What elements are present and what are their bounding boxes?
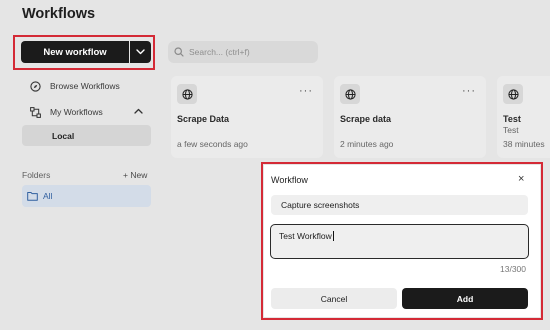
- sidebar-item-label: My Workflows: [50, 107, 103, 117]
- sidebar-item-label: Browse Workflows: [50, 81, 120, 91]
- sidebar-item-local[interactable]: Local: [22, 125, 151, 146]
- workflow-name-input[interactable]: Capture screenshots: [271, 195, 528, 215]
- card-menu-button[interactable]: ···: [299, 85, 313, 97]
- add-button[interactable]: Add: [402, 288, 528, 309]
- character-counter: 13/300: [500, 264, 526, 274]
- dialog-title: Workflow: [271, 175, 308, 185]
- card-updated-time: 2 minutes ago: [340, 139, 394, 149]
- card-title: Scrape data: [340, 114, 392, 124]
- card-title: Scrape Data: [177, 114, 230, 124]
- search-icon: [174, 47, 184, 57]
- search-input[interactable]: Search... (ctrl+f): [168, 41, 318, 63]
- workflow-icon: [30, 106, 41, 118]
- card-description: Test: [503, 125, 519, 135]
- compass-icon: [30, 80, 41, 92]
- workflow-card[interactable]: ··· Scrape Data a few seconds ago: [171, 76, 323, 158]
- chevron-down-icon: [136, 49, 145, 55]
- search-placeholder: Search... (ctrl+f): [189, 47, 250, 57]
- workflow-card[interactable]: ··· Scrape data 2 minutes ago: [334, 76, 486, 158]
- globe-icon: [503, 84, 523, 104]
- new-workflow-dropdown-button[interactable]: [130, 41, 151, 63]
- folders-heading: Folders: [22, 170, 51, 180]
- close-icon[interactable]: ×: [518, 173, 524, 185]
- sidebar-item-browse-workflows[interactable]: Browse Workflows: [30, 77, 120, 95]
- workflow-card[interactable]: Test Test 38 minutes: [497, 76, 550, 158]
- folder-label: All: [43, 191, 53, 201]
- new-folder-button[interactable]: + New: [123, 170, 147, 180]
- description-text: Test Workflow: [279, 231, 332, 241]
- page-title: Workflows: [22, 6, 96, 22]
- text-caret: [332, 231, 334, 241]
- cancel-button[interactable]: Cancel: [271, 288, 397, 309]
- workflow-description-textarea[interactable]: Test Workflow: [270, 224, 529, 259]
- card-updated-time: 38 minutes: [503, 139, 545, 149]
- globe-icon: [340, 84, 360, 104]
- card-title: Test: [503, 114, 521, 124]
- folder-icon: [27, 192, 38, 201]
- folder-item-all[interactable]: All: [22, 185, 151, 207]
- new-workflow-button[interactable]: New workflow: [21, 41, 129, 63]
- globe-icon: [177, 84, 197, 104]
- card-menu-button[interactable]: ···: [462, 85, 476, 97]
- card-updated-time: a few seconds ago: [177, 139, 248, 149]
- chevron-up-icon[interactable]: [134, 108, 143, 114]
- sidebar-item-my-workflows[interactable]: My Workflows: [30, 103, 103, 121]
